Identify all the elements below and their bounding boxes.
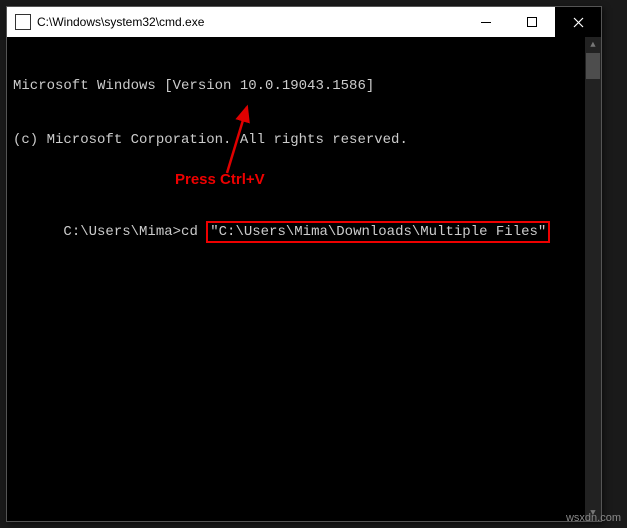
prompt-text: C:\Users\Mima>cd — [63, 224, 197, 240]
terminal-area[interactable]: Microsoft Windows [Version 10.0.19043.15… — [7, 37, 601, 301]
scrollbar-thumb[interactable] — [586, 53, 600, 79]
maximize-button[interactable] — [509, 7, 555, 37]
vertical-scrollbar[interactable]: ▲ ▼ — [585, 37, 601, 521]
close-icon — [573, 17, 584, 28]
output-line-copyright: (c) Microsoft Corporation. All rights re… — [13, 131, 595, 149]
annotation-label: Press Ctrl+V — [175, 171, 265, 188]
prompt-line: C:\Users\Mima>cd "C:\Users\Mima\Download… — [13, 203, 595, 261]
titlebar[interactable]: C:\Windows\system32\cmd.exe — [7, 7, 601, 37]
watermark-text: wsxdn.com — [566, 512, 621, 524]
highlighted-path: "C:\Users\Mima\Downloads\Multiple Files" — [206, 221, 550, 243]
scrollbar-up-icon[interactable]: ▲ — [585, 37, 601, 53]
minimize-button[interactable] — [463, 7, 509, 37]
window-title: C:\Windows\system32\cmd.exe — [37, 15, 204, 29]
close-button[interactable] — [555, 7, 601, 37]
output-line-version: Microsoft Windows [Version 10.0.19043.15… — [13, 77, 595, 95]
cmd-window: C:\Windows\system32\cmd.exe Microsoft Wi… — [6, 6, 602, 522]
cmd-app-icon — [15, 14, 31, 30]
